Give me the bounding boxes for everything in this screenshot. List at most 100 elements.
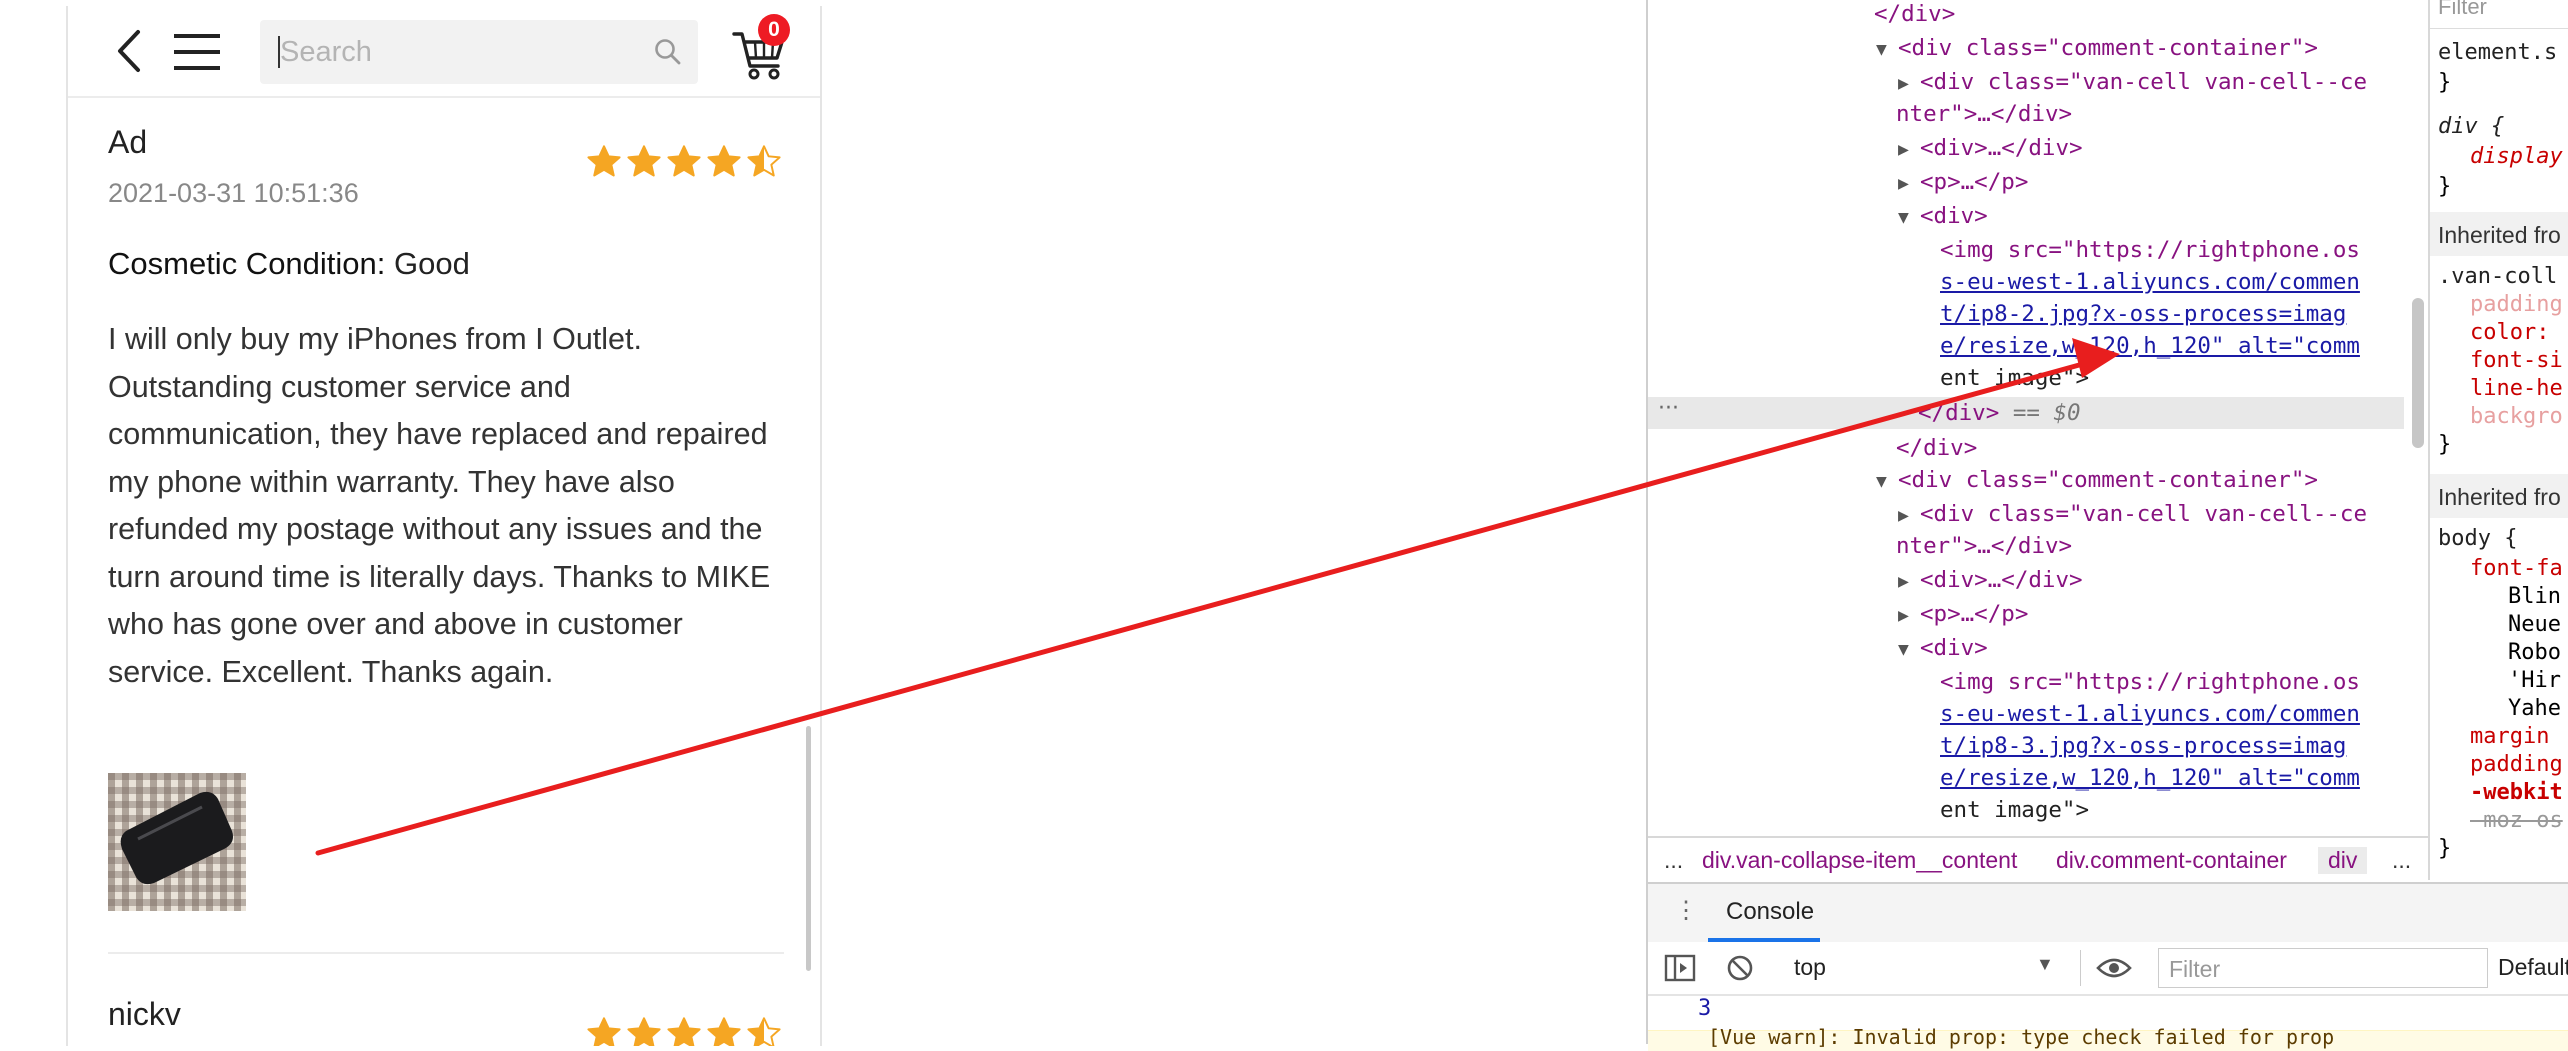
star-rating bbox=[586, 1016, 782, 1046]
style-selector: body { bbox=[2438, 526, 2518, 551]
console-warning-row: [Vue warn]: Invalid prop: type check fai… bbox=[1648, 1025, 2568, 1051]
breadcrumb-item[interactable]: div.comment-container bbox=[2056, 847, 2287, 874]
dom-node-wrap: nter">…</div> bbox=[1896, 101, 2073, 127]
dom-node-img-wrap: ent image"> bbox=[1940, 797, 2090, 823]
dom-node-img-wrap: t/ip8-3.jpg?x-oss-process=imag bbox=[1940, 733, 2347, 759]
log-levels-dropdown[interactable]: Default bbox=[2498, 954, 2568, 981]
tab-console[interactable]: Console bbox=[1726, 898, 1814, 926]
hamburger-menu-icon[interactable] bbox=[172, 32, 222, 72]
dom-node-img-wrap: s-eu-west-1.aliyuncs.com/commen bbox=[1940, 701, 2360, 727]
style-property[interactable]: padding bbox=[2470, 752, 2563, 777]
style-property[interactable]: color: bbox=[2470, 320, 2549, 345]
breadcrumb-item[interactable]: div.van-collapse-item__content bbox=[1702, 847, 2017, 874]
dom-node[interactable]: ▶ <div>…</div> bbox=[1898, 564, 2083, 596]
elements-scrollbar[interactable] bbox=[2412, 298, 2424, 448]
style-brace: } bbox=[2438, 70, 2452, 95]
dom-node-img[interactable]: <img src="https://rightphone.os bbox=[1940, 666, 2360, 698]
star-half-icon bbox=[746, 1016, 782, 1046]
style-brace: } bbox=[2438, 836, 2452, 861]
style-value: Yahe bbox=[2508, 696, 2561, 721]
style-property-overridden[interactable]: -moz-os bbox=[2470, 808, 2563, 833]
dom-node-img[interactable]: <img src="https://rightphone.os bbox=[1940, 234, 2360, 266]
style-selector: element.s bbox=[2438, 40, 2558, 65]
search-icon[interactable] bbox=[654, 38, 682, 66]
star-full-icon bbox=[586, 144, 622, 180]
style-property[interactable]: font-si bbox=[2470, 348, 2563, 373]
style-value: Neue bbox=[2508, 612, 2561, 637]
review-date: 2021-03-31 10:51:36 bbox=[108, 178, 359, 208]
dom-node[interactable]: ▶ <div class="van-cell van-cell--ce bbox=[1898, 498, 2367, 530]
style-selector: div { bbox=[2438, 114, 2505, 139]
dom-node[interactable]: ▼ <div class="comment-container"> bbox=[1876, 464, 2318, 496]
back-arrow-icon[interactable] bbox=[110, 26, 150, 76]
star-full-icon bbox=[706, 1016, 742, 1046]
star-rating bbox=[586, 144, 782, 180]
star-full-icon bbox=[706, 144, 742, 180]
context-selector[interactable]: top bbox=[1794, 954, 1826, 981]
phone-photo-image bbox=[108, 773, 246, 911]
review-text: I will only buy my iPhones from I Outlet… bbox=[108, 322, 771, 689]
dom-node-img-wrap: s-eu-west-1.aliyuncs.com/commen bbox=[1940, 269, 2360, 295]
top-nav-bar: Search 0 bbox=[68, 6, 820, 98]
star-full-icon bbox=[666, 1016, 702, 1046]
star-full-icon bbox=[626, 1016, 662, 1046]
dom-node[interactable]: ▶ <div>…</div> bbox=[1898, 132, 2083, 164]
style-property[interactable]: padding bbox=[2470, 292, 2563, 317]
page-scrollbar[interactable] bbox=[806, 726, 811, 971]
dom-node[interactable]: ▶ <p>…</p> bbox=[1898, 598, 2028, 630]
more-actions-dots[interactable]: ··· bbox=[1658, 396, 1679, 421]
cart-count-badge: 0 bbox=[758, 14, 790, 46]
dom-node-img-wrap: t/ip8-2.jpg?x-oss-process=imag bbox=[1940, 301, 2347, 327]
star-full-icon bbox=[626, 144, 662, 180]
style-value: Blin bbox=[2508, 584, 2561, 609]
search-input[interactable]: Search bbox=[260, 20, 698, 84]
console-output-value: 3 bbox=[1698, 996, 1712, 1021]
star-full-icon bbox=[586, 1016, 622, 1046]
review-photo[interactable] bbox=[108, 773, 246, 911]
condition-value: Good bbox=[394, 246, 470, 281]
style-value: Robo bbox=[2508, 640, 2561, 665]
star-half-icon bbox=[746, 144, 782, 180]
breadcrumb-more-right[interactable]: ... bbox=[2392, 847, 2411, 874]
styles-pane: Filter element.s } div { display } Inher… bbox=[2428, 0, 2568, 880]
style-property[interactable]: margin bbox=[2470, 724, 2549, 749]
eye-icon[interactable] bbox=[2096, 956, 2132, 980]
styles-filter-input[interactable]: Filter bbox=[2438, 0, 2487, 20]
inherited-section-header: Inherited fro bbox=[2430, 474, 2568, 518]
dom-node[interactable]: ▼ <div> bbox=[1898, 632, 1988, 664]
dom-node-img-wrap: e/resize,w_120,h_120" alt="comm bbox=[1940, 333, 2360, 359]
clear-console-icon[interactable] bbox=[1726, 954, 1754, 982]
dom-node-img-wrap: ent image"> bbox=[1940, 365, 2090, 391]
style-property[interactable]: display bbox=[2470, 144, 2563, 169]
style-brace: } bbox=[2438, 174, 2452, 199]
dom-node[interactable]: </div> bbox=[1874, 0, 1955, 30]
dom-node[interactable]: ▶ <div class="van-cell van-cell--ce bbox=[1898, 66, 2367, 98]
chevron-down-icon[interactable]: ▼ bbox=[2036, 954, 2054, 975]
elements-tree[interactable]: ··· </div> ▼ <div class="comment-containe… bbox=[1648, 0, 2428, 836]
sidebar-toggle-icon[interactable] bbox=[1664, 954, 1696, 982]
style-selector: .van-coll bbox=[2438, 264, 2558, 289]
breadcrumb-more-left[interactable]: ... bbox=[1664, 847, 1683, 874]
dom-node[interactable]: </div> bbox=[1896, 432, 1977, 464]
console-filter-input[interactable]: Filter bbox=[2158, 948, 2488, 988]
review-divider bbox=[108, 952, 784, 954]
style-property[interactable]: font-fa bbox=[2470, 556, 2563, 581]
mobile-page: Search 0 Ad 2021-03-31 10:51:36 Cosmetic… bbox=[66, 6, 822, 1046]
condition-label: Cosmetic Condition: bbox=[108, 246, 386, 281]
drawer-menu-icon[interactable]: ⋮ bbox=[1674, 896, 1698, 925]
star-full-icon bbox=[666, 144, 702, 180]
cosmetic-condition: Cosmetic Condition: Good bbox=[108, 246, 470, 282]
breadcrumb-item-selected[interactable]: div bbox=[2318, 847, 2368, 874]
dom-node-selected[interactable]: </div> == $0 bbox=[1918, 397, 2081, 429]
dom-node[interactable]: ▶ <p>…</p> bbox=[1898, 166, 2028, 198]
style-value: 'Hir bbox=[2508, 668, 2561, 693]
style-property[interactable]: backgro bbox=[2470, 404, 2563, 429]
dom-node-wrap: nter">…</div> bbox=[1896, 533, 2073, 559]
console-drawer-header: ⋮ Console bbox=[1648, 882, 2568, 944]
dom-node[interactable]: ▼ <div> bbox=[1898, 200, 1988, 232]
style-property[interactable]: line-he bbox=[2470, 376, 2563, 401]
style-property[interactable]: -webkit bbox=[2470, 780, 2563, 805]
console-warning-text: [Vue warn]: Invalid prop: type check fai… bbox=[1708, 1025, 2335, 1049]
devtools-panel: ··· </div> ▼ <div class="comment-containe… bbox=[1646, 0, 2568, 1051]
dom-node[interactable]: ▼ <div class="comment-container"> bbox=[1876, 32, 2318, 64]
